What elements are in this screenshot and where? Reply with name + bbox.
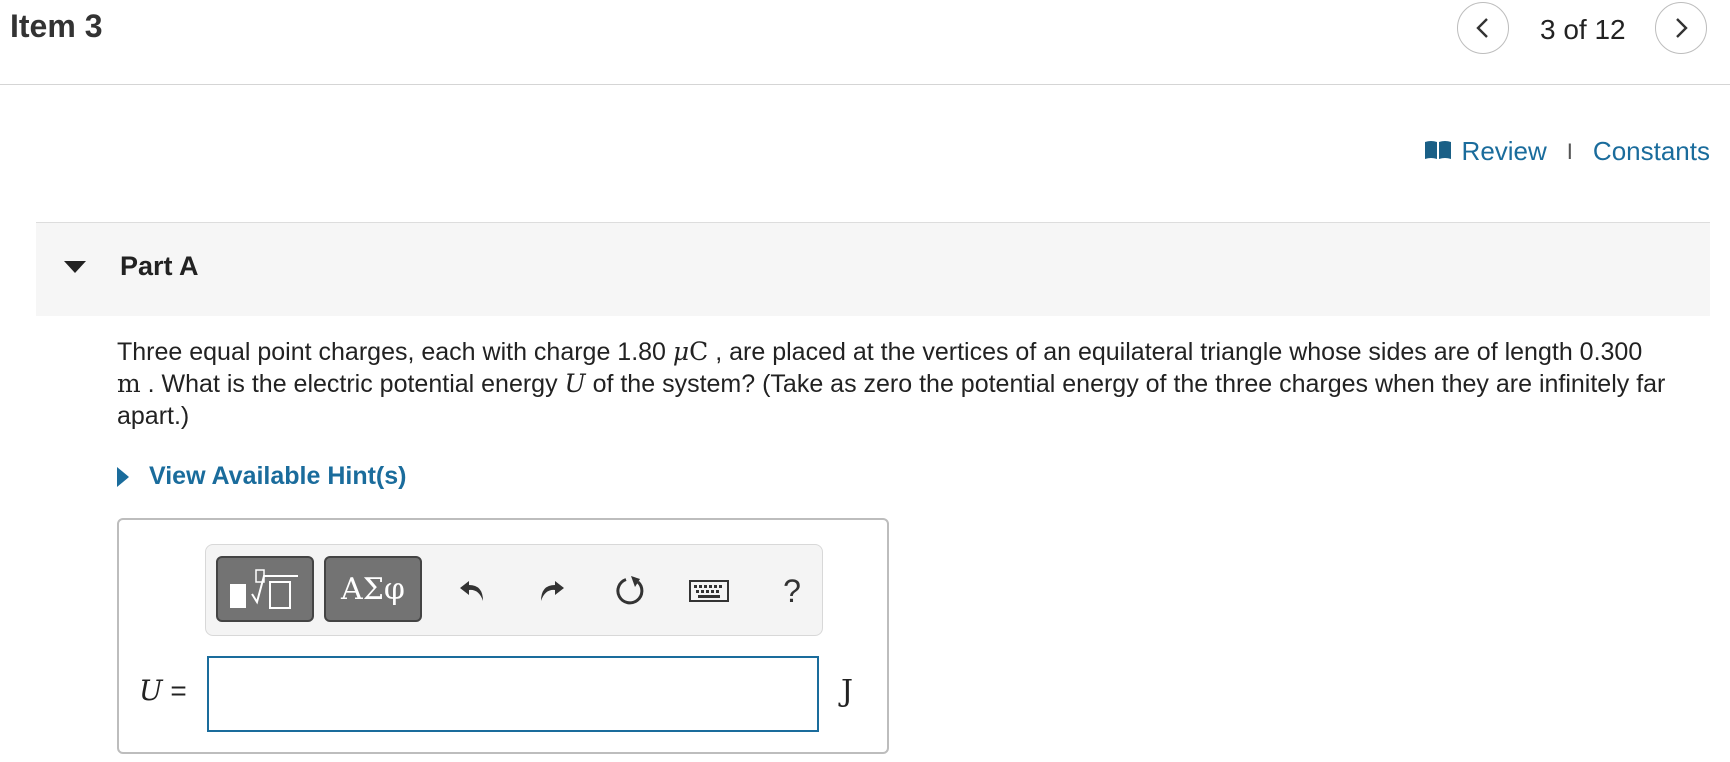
constants-link[interactable]: Constants <box>1593 136 1710 167</box>
answer-variable: U <box>139 674 163 707</box>
hint-label: View Available Hint(s) <box>149 462 407 490</box>
link-separator: I <box>1566 138 1573 164</box>
mu-symbol: μ <box>672 337 690 366</box>
question-text: Three equal point charges, each with cha… <box>117 336 1717 432</box>
view-hints-toggle[interactable]: View Available Hint(s) <box>117 462 406 491</box>
coulomb-unit: C <box>689 337 709 366</box>
review-link[interactable]: Review <box>1462 136 1547 167</box>
item-title: Item 3 <box>10 8 103 44</box>
chevron-right-icon <box>1676 18 1688 38</box>
math-toolbar: ΑΣφ ? <box>205 544 823 636</box>
greek-symbols-button[interactable]: ΑΣφ <box>324 556 422 622</box>
keyboard-icon[interactable] <box>686 571 732 611</box>
undo-icon[interactable] <box>453 571 493 611</box>
equals-sign: = <box>162 675 187 706</box>
reset-icon[interactable] <box>610 571 650 611</box>
answer-variable-label: U = <box>139 674 187 707</box>
part-title: Part A <box>120 251 199 281</box>
answer-box: ΑΣφ ? U = J <box>117 518 889 754</box>
templates-button[interactable] <box>216 556 314 622</box>
chevron-left-icon <box>1476 18 1488 38</box>
next-item-button[interactable] <box>1655 2 1707 54</box>
previous-item-button[interactable] <box>1457 2 1509 54</box>
book-icon <box>1424 136 1452 167</box>
part-a-header[interactable]: Part A <box>36 222 1710 316</box>
item-header: Item 3 3 of 12 <box>0 0 1730 85</box>
redo-icon[interactable] <box>531 571 571 611</box>
caret-down-icon[interactable] <box>64 261 86 273</box>
resource-links: Review I Constants <box>1424 136 1710 167</box>
item-counter: 3 of 12 <box>1540 14 1626 45</box>
question-text-segment: , are placed at the vertices of an equil… <box>708 338 1643 366</box>
meter-unit: m <box>117 369 141 398</box>
answer-unit: J <box>841 674 854 709</box>
help-button[interactable]: ? <box>772 571 812 611</box>
question-text-segment: Three equal point charges, each with cha… <box>117 338 673 366</box>
caret-right-icon <box>117 466 129 487</box>
variable-u: U <box>564 369 586 398</box>
question-text-segment: . What is the electric potential energy <box>140 370 565 398</box>
answer-input[interactable] <box>207 656 819 732</box>
templates-icon <box>230 569 298 609</box>
